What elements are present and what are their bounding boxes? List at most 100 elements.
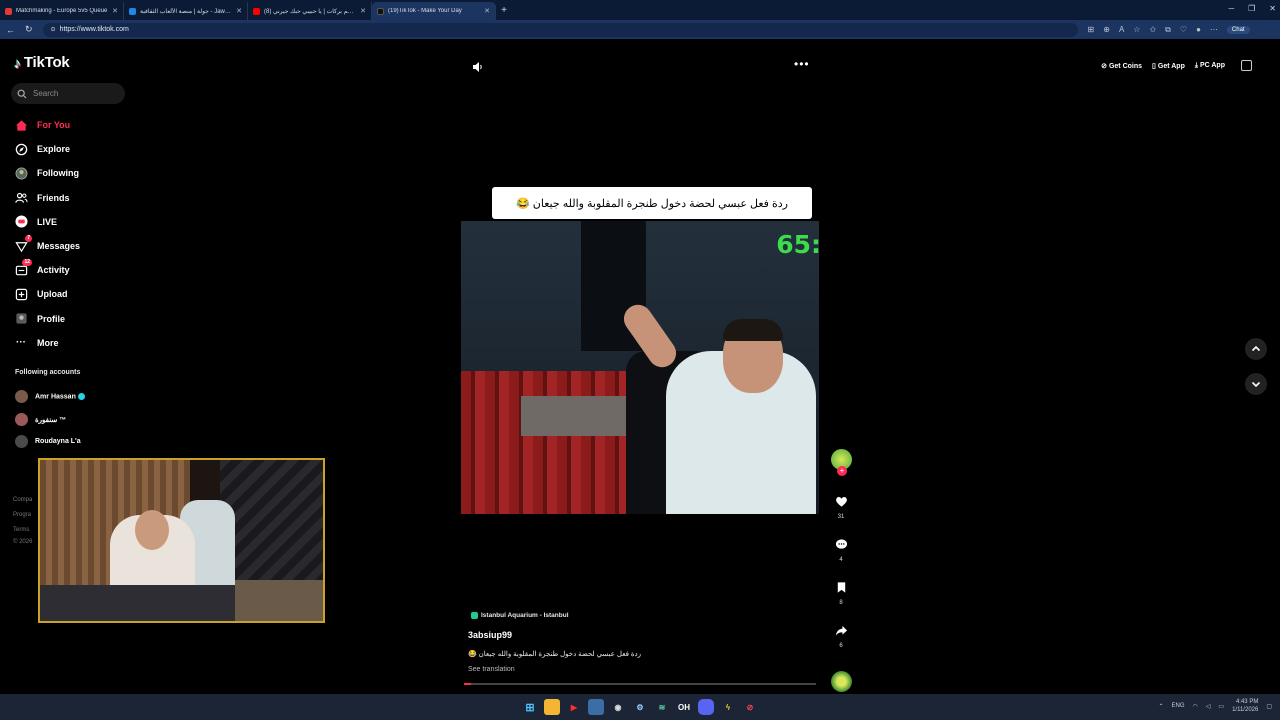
speaker-icon[interactable]: ◁ xyxy=(1206,703,1211,710)
language-indicator[interactable]: ENG xyxy=(1172,703,1185,709)
footer-link[interactable]: Terms xyxy=(13,527,29,533)
browser-essentials-icon[interactable]: ♡ xyxy=(1180,25,1187,34)
sidebar-item-more[interactable]: ··· More xyxy=(14,331,174,355)
profile-avatar-icon[interactable]: ● xyxy=(1196,25,1201,34)
obs-icon[interactable]: ◉ xyxy=(610,699,626,715)
windows-start-icon[interactable]: ⊞ xyxy=(522,699,538,715)
favorite-star-icon[interactable]: ☆ xyxy=(1133,25,1140,34)
following-account[interactable]: سنفورة ™ xyxy=(15,413,66,426)
share-arrow-icon xyxy=(835,625,847,636)
sidebar-item-messages[interactable]: 7 Messages xyxy=(14,234,174,258)
browser-tab[interactable]: جولة | منصة الألعاب الثقافية - Jawlah ✕ xyxy=(124,2,248,20)
volume-icon[interactable] xyxy=(472,61,484,73)
discord-icon[interactable] xyxy=(698,699,714,715)
tab-close-icon[interactable]: ✕ xyxy=(236,7,242,15)
tab-favicon-icon xyxy=(377,7,384,15)
read-aloud-icon[interactable]: A xyxy=(1119,25,1124,34)
favorites-icon[interactable]: ✩ xyxy=(1149,25,1156,34)
clock-time: 4:43 PM xyxy=(1235,699,1259,705)
footer-link[interactable]: Compa xyxy=(13,497,32,503)
see-translation-link[interactable]: See translation xyxy=(468,666,515,673)
tab-close-icon[interactable]: ✕ xyxy=(360,7,366,15)
tiktok-logo[interactable]: ♪ TikTok xyxy=(14,54,70,71)
previous-video-button[interactable] xyxy=(1245,338,1267,360)
reload-icon[interactable]: ↻ xyxy=(25,24,33,35)
copilot-chat-button[interactable]: Chat xyxy=(1226,25,1250,34)
browser-tab[interactable]: (8) ملحم بركات | يا حبيبي حبك جيرني ✕ xyxy=(248,2,372,20)
footer-link[interactable]: Progra xyxy=(13,512,31,518)
pc-app-button[interactable]: ⤓ PC App xyxy=(1195,62,1225,70)
get-coins-button[interactable]: ⊘ Get Coins xyxy=(1101,62,1142,70)
extensions-icon[interactable]: ⧉ xyxy=(1165,25,1171,35)
reader-icon[interactable]: ⊞ xyxy=(1088,25,1095,34)
location-tag[interactable]: Istanbul Aquarium - Istanbul xyxy=(471,612,569,619)
avatar xyxy=(15,390,28,403)
next-video-button[interactable] xyxy=(1245,373,1267,395)
oh-app-icon[interactable]: OH xyxy=(676,699,692,715)
sidebar-item-friends[interactable]: Friends xyxy=(14,186,174,210)
wifi-icon[interactable]: ◠ xyxy=(1193,703,1198,710)
follow-plus-icon[interactable]: + xyxy=(837,466,847,476)
video-progress-bar[interactable] xyxy=(464,683,816,685)
following-account[interactable]: Roudayna L'a xyxy=(15,435,81,448)
more-options-icon[interactable]: ••• xyxy=(794,57,810,71)
download-icon: ⤓ xyxy=(1194,61,1198,69)
music-disc-icon[interactable] xyxy=(831,671,852,692)
notification-icon[interactable]: ▢ xyxy=(1266,703,1272,710)
top-right-actions: ⊘ Get Coins ▯ Get App ⤓ PC App xyxy=(1101,60,1252,71)
get-app-button[interactable]: ▯ Get App xyxy=(1152,62,1185,70)
zoom-icon[interactable]: ⊕ xyxy=(1103,25,1110,34)
activity-badge: 12 xyxy=(22,259,32,267)
minimize-icon[interactable]: ─ xyxy=(1228,4,1234,13)
sidebar-item-upload[interactable]: Upload xyxy=(14,282,174,306)
windows-taskbar: ⊞ ▶ ◉ ⚙ ≋ OH ϟ ⊘ ⌃ ENG ◠ ◁ ▭ 4:43 PM 1/1… xyxy=(0,694,1280,720)
file-explorer-icon[interactable] xyxy=(544,699,560,715)
inbox-icon[interactable] xyxy=(1241,60,1252,71)
friends-icon xyxy=(14,191,28,205)
steam-icon[interactable]: ⚙ xyxy=(632,699,648,715)
sidebar-item-live[interactable]: LIVE xyxy=(14,210,174,234)
valorant-icon[interactable]: ⊘ xyxy=(742,699,758,715)
browser-tab[interactable]: Matchmaking - Europe 5v5 Queue ✕ xyxy=(0,2,124,20)
browser-tab-active[interactable]: (19)TikTok - Make Your Day ✕ xyxy=(372,2,496,20)
creator-username[interactable]: 3absiup99 xyxy=(468,630,512,640)
restore-icon[interactable]: ❐ xyxy=(1248,4,1255,13)
search-input[interactable]: Search xyxy=(11,83,125,104)
video-player[interactable]: 65: xyxy=(461,221,819,514)
app-bolt-icon[interactable]: ϟ xyxy=(720,699,736,715)
app-wave-icon[interactable]: ≋ xyxy=(654,699,670,715)
new-tab-button[interactable]: + xyxy=(496,5,512,16)
sidebar-item-for-you[interactable]: For You xyxy=(14,113,174,137)
chevron-up-icon xyxy=(1251,345,1261,352)
tab-close-icon[interactable]: ✕ xyxy=(484,7,490,15)
url-field[interactable]: ⊙ https://www.tiktok.com xyxy=(42,22,1078,37)
sidebar-item-label: Profile xyxy=(37,313,66,324)
share-button[interactable]: 6 xyxy=(829,624,853,649)
save-button[interactable]: 8 xyxy=(829,581,853,606)
taskbar-apps: ⊞ ▶ ◉ ⚙ ≋ OH ϟ ⊘ xyxy=(522,699,758,715)
settings-more-icon[interactable]: ⋯ xyxy=(1210,25,1218,34)
like-button[interactable]: 31 xyxy=(829,495,853,520)
back-icon[interactable]: ← xyxy=(6,25,15,35)
site-info-icon[interactable]: ⊙ xyxy=(51,26,56,33)
video-timer-text: 65: xyxy=(776,230,819,259)
comment-button[interactable]: 4 xyxy=(829,538,853,563)
sidebar-item-profile[interactable]: Profile xyxy=(14,307,174,331)
avatar xyxy=(15,435,28,448)
sidebar-item-following[interactable]: Following xyxy=(14,161,174,185)
comment-icon xyxy=(835,539,847,549)
sidebar-item-explore[interactable]: Explore xyxy=(14,137,174,161)
tab-close-icon[interactable]: ✕ xyxy=(112,7,118,15)
edge-browser-icon[interactable] xyxy=(588,699,604,715)
youtube-icon[interactable]: ▶ xyxy=(566,699,582,715)
close-window-icon[interactable]: ✕ xyxy=(1269,4,1276,13)
following-account[interactable]: Amr Hassan xyxy=(15,390,85,403)
bookmark-icon xyxy=(837,582,845,593)
tab-title: (19)TikTok - Make Your Day xyxy=(388,8,462,14)
battery-icon[interactable]: ▭ xyxy=(1218,703,1224,710)
taskbar-clock[interactable]: 4:43 PM 1/11/2026 xyxy=(1232,698,1258,714)
tray-chevron-icon[interactable]: ⌃ xyxy=(1158,703,1163,710)
clock-date: 1/11/2026 xyxy=(1232,707,1259,713)
phone-icon: ▯ xyxy=(1152,62,1156,70)
sidebar-item-activity[interactable]: 12 Activity xyxy=(14,258,174,282)
